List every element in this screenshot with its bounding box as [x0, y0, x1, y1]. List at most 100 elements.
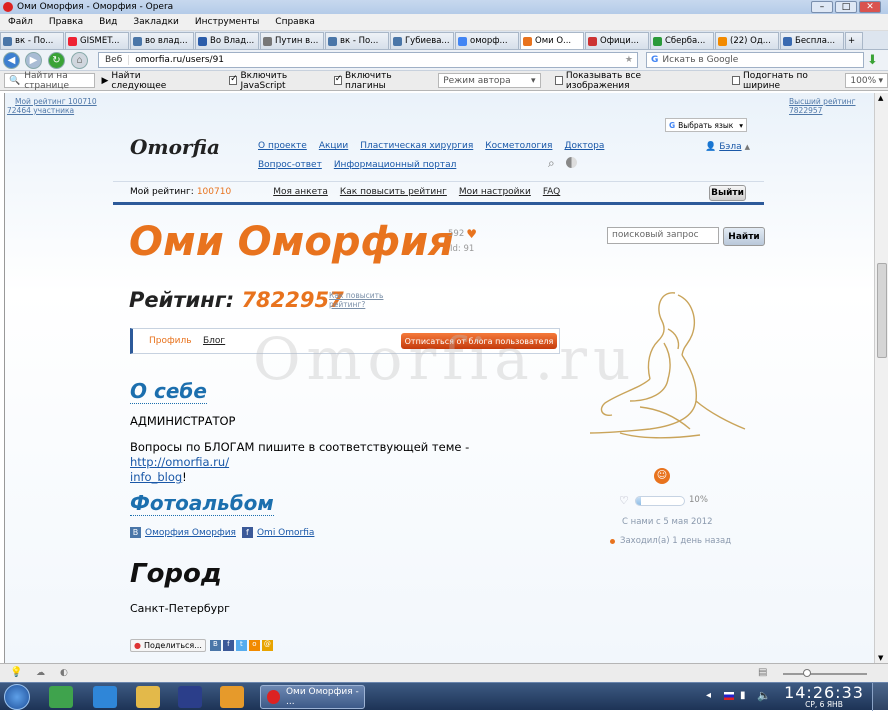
document-app-icon[interactable]	[178, 686, 202, 708]
page-icon[interactable]: ▤	[758, 667, 767, 678]
download-arrow-icon[interactable]: ⬇	[867, 53, 878, 68]
browser-tab[interactable]: Губиева...	[390, 32, 454, 49]
media-player-icon[interactable]	[220, 686, 244, 708]
toggle-fit-width[interactable]: Подогнать по ширине	[731, 71, 838, 91]
browser-tab[interactable]: Во Влад...	[195, 32, 259, 49]
file-explorer-icon[interactable]	[136, 686, 160, 708]
start-button-icon[interactable]	[4, 684, 30, 710]
toggle-show-images[interactable]: Показывать все изображения	[554, 71, 694, 91]
toggle-plugins[interactable]: Включить плагины	[333, 71, 427, 91]
heart-outline-icon: ♡	[619, 494, 629, 507]
menu-help[interactable]: Справка	[267, 17, 323, 27]
search-icon[interactable]: ⌕	[548, 156, 555, 171]
home-icon[interactable]: ⌂	[71, 52, 88, 69]
vertical-scrollbar[interactable]: ▲ ▼	[874, 93, 888, 663]
share-twitter-icon[interactable]: t	[235, 640, 247, 651]
scroll-down-icon[interactable]: ▼	[878, 654, 883, 662]
browser-tab[interactable]: во влад...	[130, 32, 194, 49]
find-in-page-input[interactable]: 🔍 Найти на странице	[4, 71, 96, 91]
user-menu[interactable]: 👤 Бэла ▲	[705, 142, 750, 152]
tab-profile[interactable]: Профиль	[149, 336, 192, 346]
link-my-settings[interactable]: Мои настройки	[459, 187, 531, 197]
reload-icon[interactable]: ↻	[48, 52, 65, 69]
browser-tab[interactable]: Оми О...	[520, 32, 584, 49]
scroll-thumb[interactable]	[877, 263, 887, 358]
address-field[interactable]: Веб omorfia.ru/users/91 ★	[98, 52, 638, 68]
browser-tab[interactable]: (22) Од...	[715, 32, 779, 49]
share-mailru-icon[interactable]: @	[261, 640, 273, 651]
share-facebook-icon[interactable]: f	[222, 640, 234, 651]
panel-toggle-icon[interactable]: 💡	[10, 667, 22, 678]
my-rating-top-link[interactable]: Мой рейтинг 100710	[15, 97, 97, 106]
language-flag-icon[interactable]	[724, 692, 734, 700]
share-vk-icon[interactable]: B	[209, 640, 221, 651]
likes-counter[interactable]: 592 ♥	[448, 227, 477, 241]
menu-bookmarks[interactable]: Закладки	[125, 17, 187, 27]
link-raise-rating[interactable]: Как повысить рейтинг	[340, 187, 447, 197]
network-app-icon[interactable]	[49, 686, 73, 708]
share-odnoklassniki-icon[interactable]: o	[248, 640, 260, 651]
nav-qa[interactable]: Вопрос-ответ	[258, 160, 322, 170]
show-desktop-button[interactable]	[872, 683, 888, 711]
nav-about[interactable]: О проекте	[258, 141, 307, 151]
contrast-icon[interactable]	[566, 157, 577, 168]
language-selector[interactable]: G Выбрать язык ▾	[665, 118, 747, 132]
photoalbum-vk-link[interactable]: Оморфия Оморфия	[145, 528, 236, 538]
link-faq[interactable]: FAQ	[543, 187, 560, 197]
link-my-profile[interactable]: Моя анкета	[273, 187, 328, 197]
share-button[interactable]: ● Поделиться...	[130, 639, 206, 652]
zoom-select[interactable]: 100% ▾	[845, 73, 888, 88]
nav-cosmetology[interactable]: Косметология	[485, 141, 552, 151]
internet-explorer-icon[interactable]	[93, 686, 117, 708]
forward-icon[interactable]: ▶	[25, 52, 42, 69]
volume-icon[interactable]: 🔈	[757, 689, 771, 702]
nav-plastic-surgery[interactable]: Пластическая хирургия	[360, 141, 473, 151]
zoom-slider-handle[interactable]	[803, 669, 811, 677]
menu-file[interactable]: Файл	[0, 17, 41, 27]
new-tab-button[interactable]: +	[845, 32, 863, 49]
network-tray-icon[interactable]: ▮	[740, 690, 746, 701]
browser-tab[interactable]: вк - По...	[0, 32, 64, 49]
maximize-button[interactable]: □	[835, 1, 857, 13]
clock[interactable]: 14:26:33 СР, 6 ЯНВ	[782, 684, 866, 709]
browser-tab[interactable]: GISMET...	[65, 32, 129, 49]
browser-tab[interactable]: оморф...	[455, 32, 519, 49]
find-next-button[interactable]: ▶ Найти следующее	[101, 71, 189, 91]
taskbar-opera-window[interactable]: Оми Оморфия - ...	[260, 685, 365, 709]
close-button[interactable]: ✕	[859, 1, 881, 13]
speed-dial-icon[interactable]: ◐	[60, 668, 68, 678]
nav-portal[interactable]: Информационный портал	[334, 160, 457, 170]
browser-tab[interactable]: вк - По...	[325, 32, 389, 49]
menu-view[interactable]: Вид	[91, 17, 125, 27]
author-mode-select[interactable]: Режим автора ▾	[438, 73, 541, 88]
logout-button[interactable]: Выйти	[709, 185, 746, 201]
zoom-slider[interactable]	[783, 669, 867, 677]
top-rating-link[interactable]: Высший рейтинг 7822957	[789, 97, 874, 115]
back-icon[interactable]: ◀	[3, 52, 20, 69]
menu-tools[interactable]: Инструменты	[187, 17, 267, 27]
nav-promos[interactable]: Акции	[319, 141, 348, 151]
cloud-icon[interactable]: ☁	[36, 668, 45, 678]
toggle-javascript[interactable]: Включить JavaScript	[229, 71, 326, 91]
how-raise-rating-link[interactable]: Как повысить рейтинг?	[329, 291, 383, 309]
scroll-up-icon[interactable]: ▲	[878, 94, 883, 102]
photoalbum-fb-link[interactable]: Omi Omorfia	[257, 528, 314, 538]
star-icon[interactable]: ★	[625, 55, 633, 65]
members-count-link[interactable]: 72464 участника	[7, 106, 74, 115]
site-search-input[interactable]: поисковый запрос	[607, 227, 719, 244]
last-visit: Заходил(а) 1 день назад	[610, 536, 731, 546]
browser-tab[interactable]: Сберба...	[650, 32, 714, 49]
site-logo[interactable]: Omorfia	[130, 135, 220, 159]
tray-arrow-icon[interactable]: ◂	[706, 690, 711, 701]
nav-doctors[interactable]: Доктора	[564, 141, 604, 151]
site-search-button[interactable]: Найти	[723, 227, 765, 246]
browser-tab[interactable]: Путин в...	[260, 32, 324, 49]
menu-edit[interactable]: Правка	[41, 17, 91, 27]
about-link-part2[interactable]: info_blog	[130, 470, 182, 484]
tab-blog[interactable]: Блог	[203, 336, 225, 346]
browser-tab[interactable]: Беспла...	[780, 32, 844, 49]
browser-tab[interactable]: Офици...	[585, 32, 649, 49]
about-link-part1[interactable]: http://omorfia.ru/	[130, 455, 229, 469]
google-search-field[interactable]: G Искать в Google	[646, 52, 864, 68]
minimize-button[interactable]: –	[811, 1, 833, 13]
